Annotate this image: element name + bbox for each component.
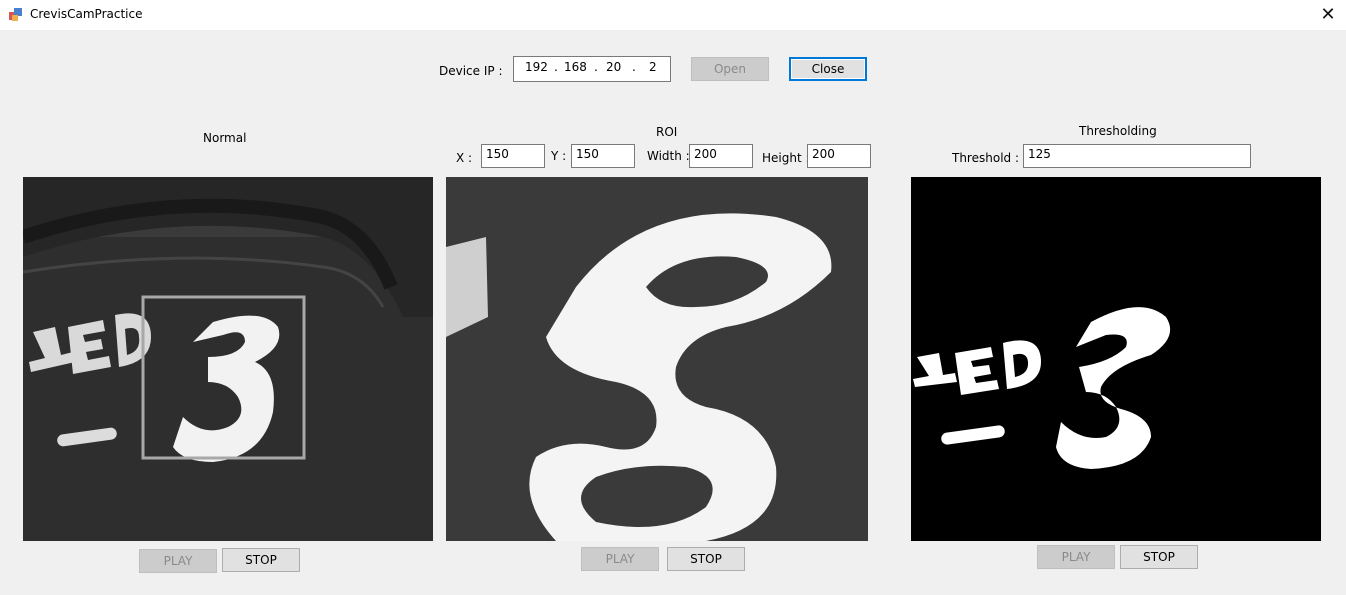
close-icon[interactable]: ✕ (1310, 0, 1346, 28)
title-bar: CrevisCamPractice ✕ (0, 0, 1346, 30)
roi-y-label: Y : (551, 149, 567, 163)
close-button[interactable]: Close (789, 57, 867, 81)
open-button[interactable]: Open (691, 57, 769, 81)
roi-width-input[interactable]: 200 (689, 144, 753, 168)
roi-height-label: Height : (762, 151, 810, 165)
threshold-play-button[interactable]: PLAY (1037, 545, 1115, 569)
roi-play-button[interactable]: PLAY (581, 547, 659, 571)
roi-stop-button[interactable]: STOP (667, 547, 745, 571)
roi-x-input[interactable]: 150 (481, 144, 545, 168)
roi-camera-view (446, 177, 868, 541)
roi-title: ROI (656, 125, 678, 139)
threshold-camera-view (911, 177, 1321, 541)
normal-stop-button[interactable]: STOP (222, 548, 300, 572)
device-ip-input[interactable]: 192 . 168 . 20 . 2 (513, 56, 671, 82)
threshold-input[interactable]: 125 (1023, 144, 1251, 168)
ip-dot: . (632, 60, 636, 74)
threshold-label: Threshold : (952, 151, 1019, 165)
ip-dot: . (554, 60, 558, 74)
app-icon (9, 8, 22, 21)
window-title: CrevisCamPractice (30, 7, 143, 21)
ip-dot: . (594, 60, 598, 74)
roi-y-input[interactable]: 150 (571, 144, 635, 168)
normal-play-button[interactable]: PLAY (139, 549, 217, 573)
roi-width-label: Width : (647, 149, 690, 163)
threshold-stop-button[interactable]: STOP (1120, 545, 1198, 569)
roi-x-label: X : (456, 151, 473, 165)
ip-octet-2[interactable]: 168 (564, 60, 587, 74)
normal-title: Normal (203, 131, 247, 145)
thresholding-title: Thresholding (1079, 124, 1157, 138)
roi-height-input[interactable]: 200 (807, 144, 871, 168)
normal-camera-view (23, 177, 433, 541)
ip-octet-1[interactable]: 192 (525, 60, 548, 74)
device-ip-label: Device IP : (439, 64, 503, 78)
ip-octet-3[interactable]: 20 (606, 60, 621, 74)
ip-octet-4[interactable]: 2 (649, 60, 657, 74)
